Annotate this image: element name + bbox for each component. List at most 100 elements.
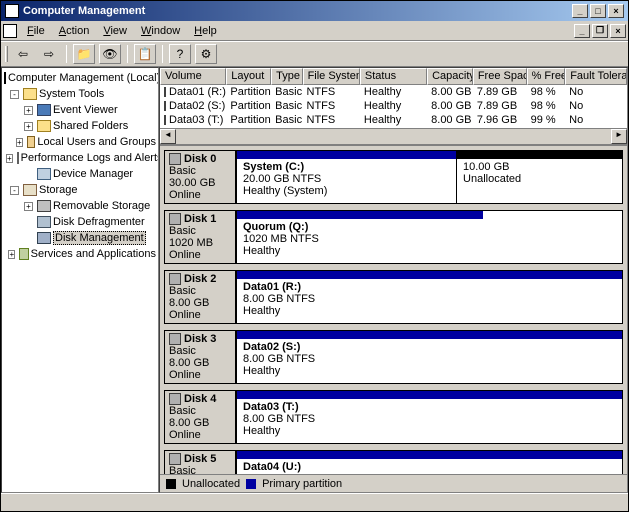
expand-icon[interactable]: + (24, 122, 33, 131)
partition-size: 8.00 GB NTFS (243, 413, 616, 425)
col-capacity[interactable]: Capacity (427, 68, 473, 85)
partition-status: Healthy (243, 365, 616, 377)
volume-header-row: Volume Layout Type File System Status Ca… (160, 68, 627, 85)
col-status[interactable]: Status (360, 68, 427, 85)
tree-diskmgmt[interactable]: Disk Management (4, 230, 156, 246)
tree-sharedfolders[interactable]: +Shared Folders (4, 118, 156, 134)
properties-button[interactable]: 👁 (99, 44, 121, 64)
legend-primary-swatch (246, 479, 256, 489)
settings-button[interactable]: ⚙ (195, 44, 217, 64)
partition[interactable]: Data02 (S:)8.00 GB NTFSHealthy (236, 331, 622, 383)
partition-bar (237, 271, 622, 279)
tree-perflogs[interactable]: +Performance Logs and Alerts (4, 150, 156, 166)
tree-storage[interactable]: -Storage (4, 182, 156, 198)
tree-label: Local Users and Groups (37, 136, 156, 148)
refresh-button[interactable]: 📋 (134, 44, 156, 64)
scroll-right-button[interactable]: ► (611, 129, 627, 144)
disk-row[interactable]: Disk 3Basic8.00 GBOnlineData02 (S:)8.00 … (164, 330, 623, 384)
col-layout[interactable]: Layout (226, 68, 271, 85)
collapse-icon[interactable]: - (10, 186, 19, 195)
disk-partitions: Quorum (Q:)1020 MB NTFSHealthy (236, 210, 623, 264)
partition-name: Quorum (Q:) (243, 221, 477, 233)
volume-list[interactable]: Volume Layout Type File System Status Ca… (160, 68, 627, 146)
collapse-icon[interactable]: - (10, 90, 19, 99)
menu-file[interactable]: File (21, 23, 51, 39)
volume-row[interactable]: Data03 (T:)PartitionBasicNTFSHealthy8.00… (160, 113, 627, 127)
disk-info: Disk 1Basic1020 MBOnline (164, 210, 236, 264)
partition[interactable]: Data04 (U:)8.00 GB NTFSHealthy (236, 451, 622, 474)
disk-row[interactable]: Disk 4Basic8.00 GBOnlineData03 (T:)8.00 … (164, 390, 623, 444)
expand-icon[interactable]: + (8, 250, 15, 259)
volume-row[interactable]: Data02 (S:)PartitionBasicNTFSHealthy8.00… (160, 99, 627, 113)
col-fault-tolerance[interactable]: Fault Tolerance (565, 68, 627, 85)
tree-systools[interactable]: -System Tools (4, 86, 156, 102)
tree-root[interactable]: Computer Management (Local) (4, 70, 156, 86)
partition[interactable]: System (C:)20.00 GB NTFSHealthy (System) (236, 151, 456, 203)
shared-folders-icon (37, 120, 51, 132)
partition-size: 8.00 GB NTFS (243, 293, 616, 305)
app-icon (5, 4, 19, 18)
disk-id: Disk 4 (184, 393, 216, 405)
mdi-restore-button[interactable]: ❐ (592, 24, 608, 38)
volume-hscroll[interactable]: ◄ ► (160, 128, 627, 144)
expand-icon[interactable]: + (16, 138, 23, 147)
tree-defrag[interactable]: Disk Defragmenter (4, 214, 156, 230)
volume-row[interactable]: Data01 (R:)PartitionBasicNTFSHealthy8.00… (160, 85, 627, 99)
partition[interactable]: Quorum (Q:)1020 MB NTFSHealthy (236, 211, 483, 263)
minimize-button[interactable]: _ (572, 4, 588, 18)
col-filesystem[interactable]: File System (303, 68, 360, 85)
menu-window[interactable]: Window (135, 23, 186, 39)
tree-removable[interactable]: + Removable Storage (4, 198, 156, 214)
close-button[interactable]: × (608, 4, 624, 18)
up-button[interactable]: 📁 (73, 44, 95, 64)
partition[interactable]: 10.00 GBUnallocated (456, 151, 622, 203)
users-icon (27, 136, 36, 148)
menu-action[interactable]: Action (53, 23, 96, 39)
disk-row[interactable]: Disk 2Basic8.00 GBOnlineData01 (R:)8.00 … (164, 270, 623, 324)
tree-devicemgr[interactable]: Device Manager (4, 166, 156, 182)
disk-graphical-view[interactable]: Disk 0Basic30.00 GBOnlineSystem (C:)20.0… (160, 146, 627, 474)
tree-pane[interactable]: Computer Management (Local) -System Tool… (1, 67, 159, 493)
tree-label: Removable Storage (53, 200, 150, 212)
col-pctfree[interactable]: % Free (527, 68, 566, 85)
scroll-left-button[interactable]: ◄ (160, 129, 176, 144)
disk-row[interactable]: Disk 5Basic8.00 GBOnlineData04 (U:)8.00 … (164, 450, 623, 474)
expand-icon[interactable]: + (6, 154, 13, 163)
back-button[interactable]: ⇦ (12, 44, 34, 64)
expand-icon[interactable]: + (24, 106, 33, 115)
partition-status: Unallocated (463, 173, 616, 185)
disk-state: Online (169, 309, 231, 321)
mdi-close-button[interactable]: × (610, 24, 626, 38)
disk-id: Disk 0 (184, 153, 216, 165)
partition[interactable]: Data03 (T:)8.00 GB NTFSHealthy (236, 391, 622, 443)
col-freespace[interactable]: Free Space (473, 68, 527, 85)
partition-size: 1020 MB NTFS (243, 233, 477, 245)
disk-row[interactable]: Disk 1Basic1020 MBOnlineQuorum (Q:)1020 … (164, 210, 623, 264)
mdi-minimize-button[interactable]: _ (574, 24, 590, 38)
partition-status: Healthy (System) (243, 185, 450, 197)
disk-state-icon (169, 333, 181, 345)
tree-eventviewer[interactable]: +Event Viewer (4, 102, 156, 118)
toolbar-grip (5, 46, 8, 62)
computer-icon (4, 72, 6, 84)
tree-localusers[interactable]: + Local Users and Groups (4, 134, 156, 150)
partition-bar (237, 211, 483, 219)
disk-partitions: Data02 (S:)8.00 GB NTFSHealthy (236, 330, 623, 384)
expand-icon[interactable]: + (24, 202, 33, 211)
disk-type: Basic (169, 165, 231, 177)
menu-help[interactable]: Help (188, 23, 223, 39)
forward-button[interactable]: ⇨ (38, 44, 60, 64)
disk-row[interactable]: Disk 0Basic30.00 GBOnlineSystem (C:)20.0… (164, 150, 623, 204)
tree-label: Disk Defragmenter (53, 216, 145, 228)
help-button[interactable]: ? (169, 44, 191, 64)
disk-partitions: System (C:)20.00 GB NTFSHealthy (System)… (236, 150, 623, 204)
removable-icon (37, 200, 51, 212)
col-volume[interactable]: Volume (160, 68, 226, 85)
tree-services[interactable]: +Services and Applications (4, 246, 156, 262)
disk-type: Basic (169, 225, 231, 237)
menu-view[interactable]: View (97, 23, 133, 39)
col-type[interactable]: Type (271, 68, 302, 85)
partition[interactable]: Data01 (R:)8.00 GB NTFSHealthy (236, 271, 622, 323)
legend-unallocated-label: Unallocated (182, 478, 240, 490)
maximize-button[interactable]: □ (590, 4, 606, 18)
